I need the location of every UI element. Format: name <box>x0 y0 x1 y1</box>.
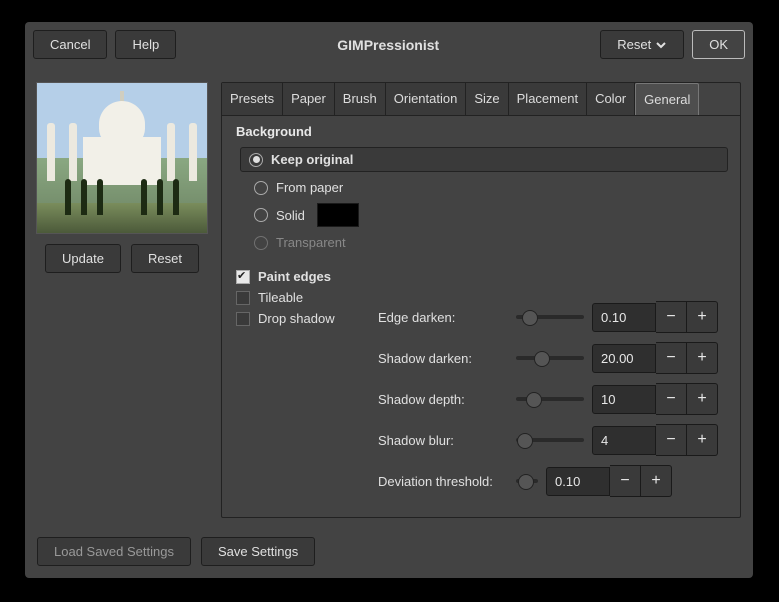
slider-thumb[interactable] <box>522 310 538 326</box>
edge-darken-input[interactable] <box>592 303 656 332</box>
dialog-title: GIMPressionist <box>184 37 592 53</box>
load-saved-settings-button[interactable]: Load Saved Settings <box>37 537 191 566</box>
tab-size[interactable]: Size <box>466 83 508 115</box>
checkbox-icon <box>236 312 250 326</box>
tab-color[interactable]: Color <box>587 83 635 115</box>
background-heading: Background <box>236 124 732 139</box>
radio-solid[interactable]: Solid <box>230 199 732 231</box>
plus-button[interactable]: + <box>687 301 718 333</box>
checkbox-icon <box>236 291 250 305</box>
tab-placement[interactable]: Placement <box>509 83 587 115</box>
minus-button[interactable]: − <box>656 301 687 333</box>
slider-thumb[interactable] <box>534 351 550 367</box>
slider-label: Shadow depth: <box>378 392 508 407</box>
edge-darken-slider[interactable] <box>516 315 584 319</box>
update-button[interactable]: Update <box>45 244 121 273</box>
radio-label: Transparent <box>276 235 346 250</box>
plus-button[interactable]: + <box>641 465 672 497</box>
slider-thumb[interactable] <box>517 433 533 449</box>
tab-general[interactable]: General <box>635 83 699 115</box>
sliders-group: Edge darken: − + Shadow darken: − + <box>378 301 732 506</box>
footer: Load Saved Settings Save Settings <box>37 537 315 566</box>
checkbox-icon <box>236 270 250 284</box>
reset-dropdown-button[interactable]: Reset <box>600 30 684 59</box>
tab-paper[interactable]: Paper <box>283 83 335 115</box>
radio-from-paper[interactable]: From paper <box>230 176 732 199</box>
deviation-slider[interactable] <box>516 479 538 483</box>
slider-label: Edge darken: <box>378 310 508 325</box>
radio-keep-original[interactable]: Keep original <box>240 147 728 172</box>
radio-icon <box>254 208 268 222</box>
tab-brush[interactable]: Brush <box>335 83 386 115</box>
titlebar: Cancel Help GIMPressionist Reset OK <box>25 22 753 67</box>
preview-column: Update Reset <box>37 82 207 518</box>
minus-button[interactable]: − <box>656 383 687 415</box>
radio-label: Solid <box>276 208 305 223</box>
tab-presets[interactable]: Presets <box>222 83 283 115</box>
check-paint-edges[interactable]: Paint edges <box>230 266 732 287</box>
shadow-blur-input[interactable] <box>592 426 656 455</box>
shadow-depth-slider[interactable] <box>516 397 584 401</box>
row-shadow-blur: Shadow blur: − + <box>378 424 732 456</box>
slider-label: Deviation threshold: <box>378 474 508 489</box>
reset-label: Reset <box>617 37 651 52</box>
row-shadow-depth: Shadow depth: − + <box>378 383 732 415</box>
slider-label: Shadow blur: <box>378 433 508 448</box>
row-edge-darken: Edge darken: − + <box>378 301 732 333</box>
row-shadow-darken: Shadow darken: − + <box>378 342 732 374</box>
shadow-darken-input[interactable] <box>592 344 656 373</box>
settings-panel: Presets Paper Brush Orientation Size Pla… <box>221 82 741 518</box>
preview-reset-button[interactable]: Reset <box>131 244 199 273</box>
solid-color-swatch[interactable] <box>317 203 359 227</box>
radio-icon <box>254 181 268 195</box>
cancel-button[interactable]: Cancel <box>33 30 107 59</box>
minus-button[interactable]: − <box>656 342 687 374</box>
tab-orientation[interactable]: Orientation <box>386 83 467 115</box>
minus-button[interactable]: − <box>656 424 687 456</box>
preview-image <box>36 82 208 234</box>
radio-label: Keep original <box>271 152 353 167</box>
shadow-darken-slider[interactable] <box>516 356 584 360</box>
gimpressionist-dialog: Cancel Help GIMPressionist Reset OK Upda… <box>25 22 753 578</box>
plus-button[interactable]: + <box>687 383 718 415</box>
shadow-depth-input[interactable] <box>592 385 656 414</box>
radio-transparent: Transparent <box>230 231 732 254</box>
ok-button[interactable]: OK <box>692 30 745 59</box>
radio-icon <box>254 236 268 250</box>
help-button[interactable]: Help <box>115 30 176 59</box>
check-label: Paint edges <box>258 269 331 284</box>
plus-button[interactable]: + <box>687 424 718 456</box>
chevron-down-icon <box>655 39 667 51</box>
tabs-bar: Presets Paper Brush Orientation Size Pla… <box>222 83 740 116</box>
row-deviation-threshold: Deviation threshold: − + <box>378 465 732 497</box>
slider-label: Shadow darken: <box>378 351 508 366</box>
radio-label: From paper <box>276 180 343 195</box>
shadow-blur-slider[interactable] <box>516 438 584 442</box>
check-label: Tileable <box>258 290 303 305</box>
check-label: Drop shadow <box>258 311 335 326</box>
slider-thumb[interactable] <box>526 392 542 408</box>
save-settings-button[interactable]: Save Settings <box>201 537 315 566</box>
minus-button[interactable]: − <box>610 465 641 497</box>
deviation-input[interactable] <box>546 467 610 496</box>
plus-button[interactable]: + <box>687 342 718 374</box>
slider-thumb[interactable] <box>518 474 534 490</box>
radio-icon <box>249 153 263 167</box>
